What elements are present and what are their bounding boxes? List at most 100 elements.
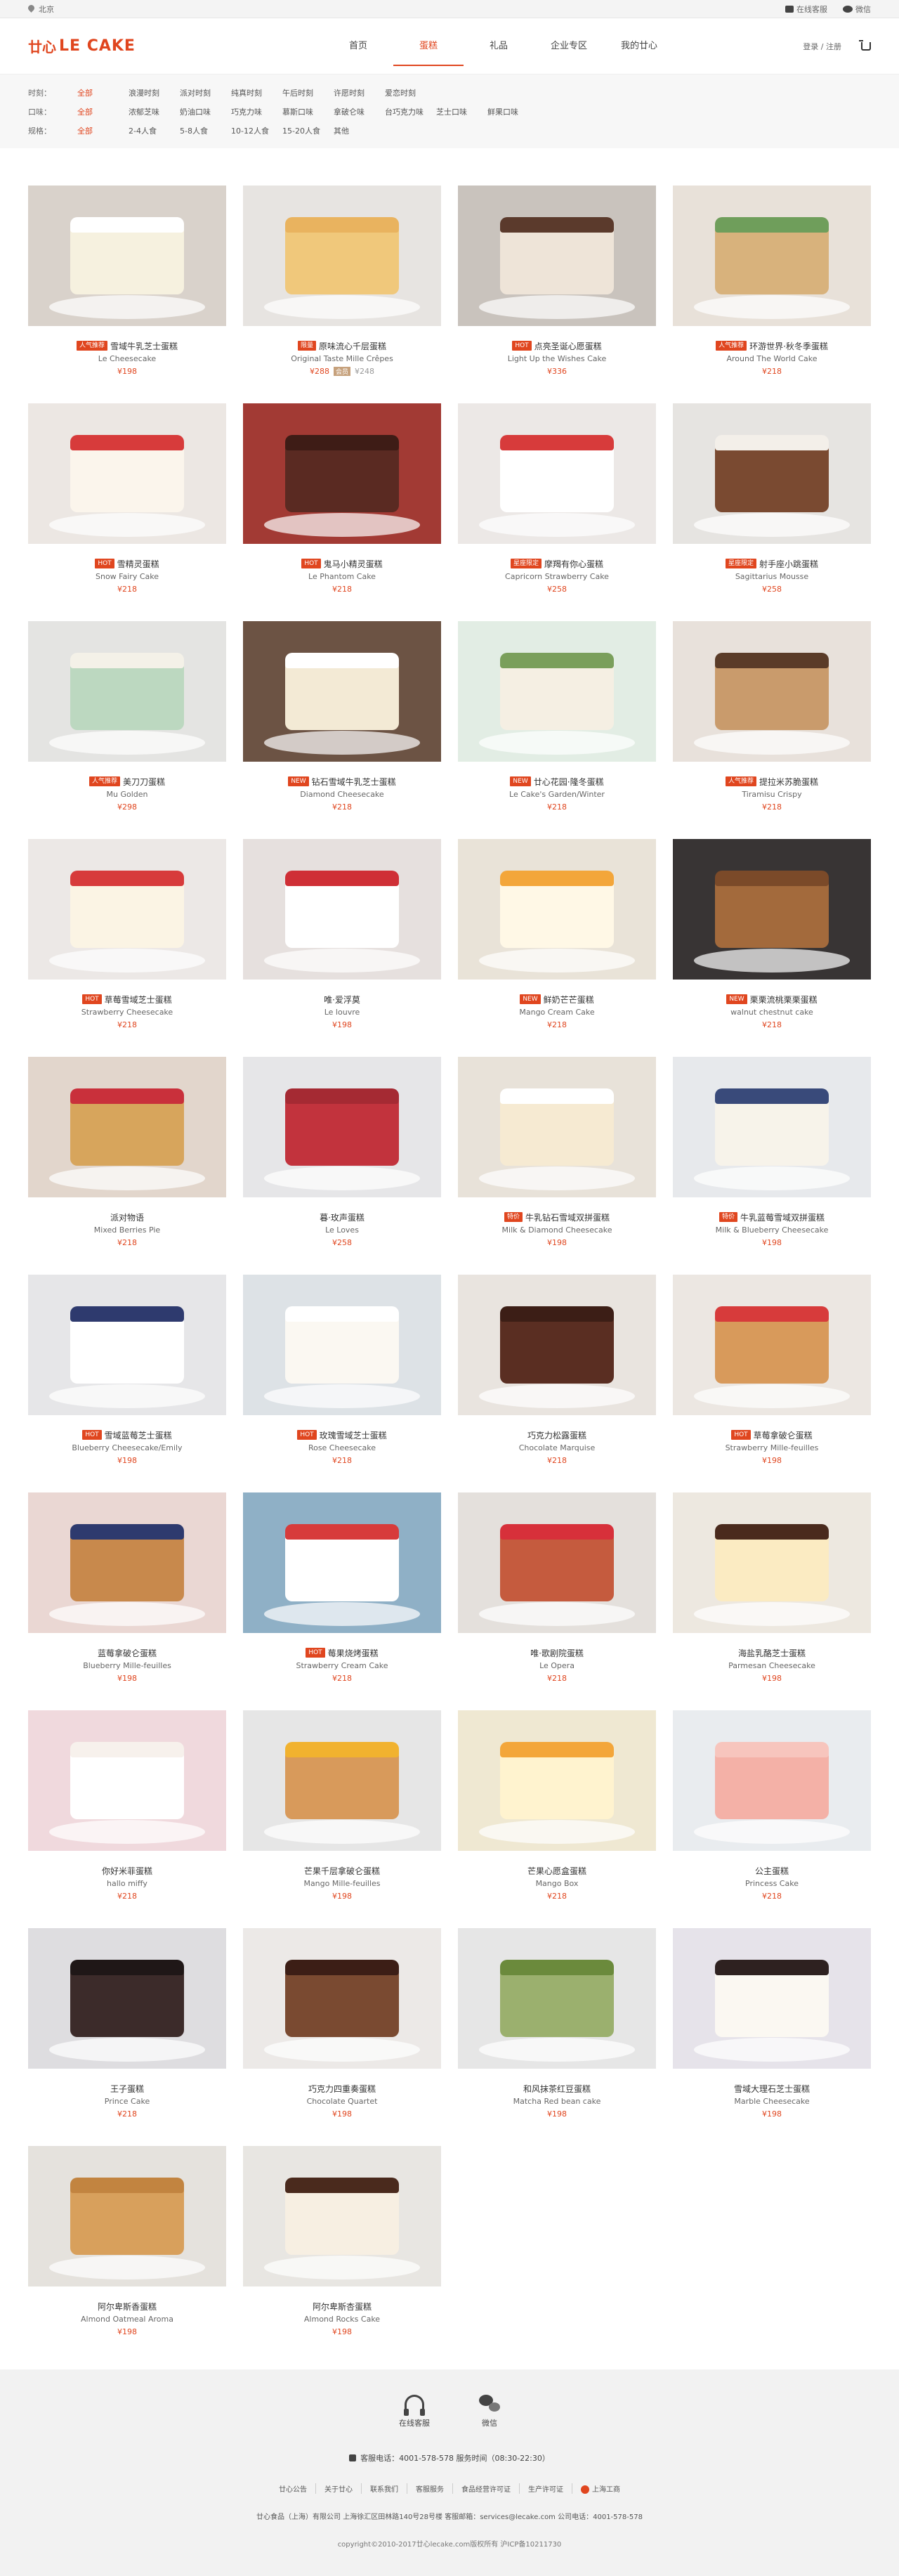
product-image[interactable] xyxy=(243,621,441,762)
product-name[interactable]: 牛乳蓝莓雪域双拼蛋糕 xyxy=(740,1211,825,1223)
product-card[interactable]: 人气推荐 雪域牛乳芝士蛋糕 Le Cheesecake ¥198 xyxy=(28,186,226,403)
product-card[interactable]: 雪域大理石芝士蛋糕 Marble Cheesecake ¥198 xyxy=(673,1928,871,2146)
product-card[interactable]: HOT 鬼马小精灵蛋糕 Le Phantom Cake ¥218 xyxy=(243,403,441,621)
product-image[interactable] xyxy=(243,1710,441,1851)
product-image[interactable] xyxy=(673,1928,871,2069)
product-image[interactable] xyxy=(673,839,871,980)
filter-option[interactable]: 许愿时刻 xyxy=(334,87,385,98)
product-card[interactable]: NEW 栗栗流桃栗栗蛋糕 walnut chestnut cake ¥218 xyxy=(673,839,871,1057)
filter-option[interactable]: 全部 xyxy=(77,87,129,98)
footer-wechat[interactable]: 微信 xyxy=(479,2395,500,2428)
product-name[interactable]: 鬼马小精灵蛋糕 xyxy=(324,558,383,570)
filter-option[interactable]: 派对时刻 xyxy=(180,87,231,98)
product-card[interactable]: HOT 草莓拿破仑蛋糕 Strawberry Mille-feuilles ¥198 xyxy=(673,1275,871,1492)
product-name[interactable]: 蓝莓拿破仑蛋糕 xyxy=(98,1647,157,1659)
product-image[interactable] xyxy=(243,1057,441,1197)
filter-option[interactable]: 纯真时刻 xyxy=(231,87,282,98)
product-card[interactable]: 唯·爱浮莫 Le louvre ¥198 xyxy=(243,839,441,1057)
footer-link-about[interactable]: 关于廿心 xyxy=(316,2483,362,2494)
product-name[interactable]: 海盐乳酪芝士蛋糕 xyxy=(738,1647,806,1659)
filter-option[interactable]: 午后时刻 xyxy=(282,87,334,98)
product-name[interactable]: 栗栗流桃栗栗蛋糕 xyxy=(750,994,818,1006)
product-card[interactable]: 暮·玫声蛋糕 Le Loves ¥258 xyxy=(243,1057,441,1275)
product-name[interactable]: 雪精灵蛋糕 xyxy=(117,558,159,570)
product-image[interactable] xyxy=(458,186,656,326)
product-image[interactable] xyxy=(243,1928,441,2069)
product-name[interactable]: 派对物语 xyxy=(110,1211,144,1223)
product-image[interactable] xyxy=(243,839,441,980)
nav-gift[interactable]: 礼品 xyxy=(464,18,534,74)
footer-link-notice[interactable]: 廿心公告 xyxy=(270,2483,316,2494)
product-card[interactable]: HOT 雪精灵蛋糕 Snow Fairy Cake ¥218 xyxy=(28,403,226,621)
product-card[interactable]: 星座限定 射手座小跳蛋糕 Sagittarius Mousse ¥258 xyxy=(673,403,871,621)
product-name[interactable]: 和风抹茶红豆蛋糕 xyxy=(523,2083,591,2095)
product-name[interactable]: 草莓拿破仑蛋糕 xyxy=(754,1429,813,1441)
product-card[interactable]: NEW 钻石雪域牛乳芝士蛋糕 Diamond Cheesecake ¥218 xyxy=(243,621,441,839)
product-image[interactable] xyxy=(458,1710,656,1851)
filter-option[interactable]: 浓郁芝味 xyxy=(129,106,180,117)
product-name[interactable]: 公主蛋糕 xyxy=(755,1865,789,1877)
product-name[interactable]: 芒果心愿盒蛋糕 xyxy=(527,1865,586,1877)
product-card[interactable]: 海盐乳酪芝士蛋糕 Parmesan Cheesecake ¥198 xyxy=(673,1492,871,1710)
logo[interactable]: 廿心 LE CAKE xyxy=(28,36,239,56)
product-card[interactable]: 芒果千层拿破仑蛋糕 Mango Mille-feuilles ¥198 xyxy=(243,1710,441,1928)
filter-option[interactable]: 慕斯口味 xyxy=(282,106,334,117)
filter-option[interactable]: 奶油口味 xyxy=(180,106,231,117)
product-image[interactable] xyxy=(458,1275,656,1415)
footer-link-service[interactable]: 客服服务 xyxy=(407,2483,453,2494)
product-card[interactable]: NEW 鲜奶芒芒蛋糕 Mango Cream Cake ¥218 xyxy=(458,839,656,1057)
nav-cake[interactable]: 蛋糕 xyxy=(393,18,464,74)
product-name[interactable]: 原味流心千层蛋糕 xyxy=(319,340,386,352)
product-image[interactable] xyxy=(28,403,226,544)
filter-option[interactable]: 巧克力味 xyxy=(231,106,282,117)
nav-enterprise[interactable]: 企业专区 xyxy=(534,18,604,74)
product-name[interactable]: 王子蛋糕 xyxy=(110,2083,144,2095)
product-image[interactable] xyxy=(28,2146,226,2286)
online-service-link[interactable]: 在线客服 xyxy=(785,4,827,15)
filter-option[interactable]: 15-20人食 xyxy=(282,125,334,136)
footer-link-food-license[interactable]: 食品经营许可证 xyxy=(453,2483,520,2494)
nav-my-account[interactable]: 我的廿心 xyxy=(604,18,674,74)
product-image[interactable] xyxy=(28,1275,226,1415)
product-card[interactable]: 人气推荐 提拉米苏脆蛋糕 Tiramisu Crispy ¥218 xyxy=(673,621,871,839)
product-name[interactable]: 雪域蓝莓芝士蛋糕 xyxy=(105,1429,172,1441)
product-image[interactable] xyxy=(673,621,871,762)
filter-option[interactable]: 爱恋时刻 xyxy=(385,87,436,98)
product-image[interactable] xyxy=(673,186,871,326)
product-card[interactable]: 星座限定 摩羯有你心蛋糕 Capricorn Strawberry Cake ¥258 xyxy=(458,403,656,621)
product-image[interactable] xyxy=(673,1057,871,1197)
product-card[interactable]: HOT 莓果烧烤蛋糕 Strawberry Cream Cake ¥218 xyxy=(243,1492,441,1710)
product-name[interactable]: 提拉米苏脆蛋糕 xyxy=(759,776,818,788)
product-image[interactable] xyxy=(28,1057,226,1197)
product-image[interactable] xyxy=(28,1492,226,1633)
product-name[interactable]: 美刀刀蛋糕 xyxy=(123,776,165,788)
product-card[interactable]: HOT 草莓雪域芝士蛋糕 Strawberry Cheesecake ¥218 xyxy=(28,839,226,1057)
product-card[interactable]: 阿尔卑斯杏蛋糕 Almond Rocks Cake ¥198 xyxy=(243,2146,441,2364)
product-image[interactable] xyxy=(458,1928,656,2069)
product-name[interactable]: 射手座小跳蛋糕 xyxy=(759,558,818,570)
product-image[interactable] xyxy=(243,403,441,544)
cart-icon[interactable] xyxy=(859,39,871,51)
product-name[interactable]: 唯·爱浮莫 xyxy=(324,994,360,1006)
product-name[interactable]: 阿尔卑斯香蛋糕 xyxy=(98,2301,157,2312)
product-card[interactable]: 人气推荐 美刀刀蛋糕 Mu Golden ¥298 xyxy=(28,621,226,839)
product-image[interactable] xyxy=(458,621,656,762)
filter-option[interactable]: 拿破仑味 xyxy=(334,106,385,117)
product-name[interactable]: 芒果千层拿破仑蛋糕 xyxy=(304,1865,380,1877)
footer-link-contact[interactable]: 联系我们 xyxy=(362,2483,407,2494)
product-name[interactable]: 廿心花园·隆冬蛋糕 xyxy=(534,776,604,788)
product-name[interactable]: 唯·歌剧院蛋糕 xyxy=(530,1647,584,1659)
product-image[interactable] xyxy=(28,839,226,980)
product-image[interactable] xyxy=(243,1492,441,1633)
filter-option[interactable]: 其他 xyxy=(334,125,385,136)
product-name[interactable]: 暮·玫声蛋糕 xyxy=(320,1211,365,1223)
product-image[interactable] xyxy=(458,1057,656,1197)
footer-link-business[interactable]: 上海工商 xyxy=(572,2483,629,2494)
product-image[interactable] xyxy=(243,1275,441,1415)
product-card[interactable]: HOT 雪域蓝莓芝士蛋糕 Blueberry Cheesecake/Emily ¥19… xyxy=(28,1275,226,1492)
product-card[interactable]: HOT 玫瑰雪域芝士蛋糕 Rose Cheesecake ¥218 xyxy=(243,1275,441,1492)
product-name[interactable]: 雪域大理石芝士蛋糕 xyxy=(734,2083,810,2095)
product-name[interactable]: 点亮圣诞心愿蛋糕 xyxy=(534,340,602,352)
footer-online-service[interactable]: 在线客服 xyxy=(399,2395,430,2428)
product-card[interactable]: 限量 原味流心千层蛋糕 Original Taste Mille Crêpes ¥28… xyxy=(243,186,441,403)
